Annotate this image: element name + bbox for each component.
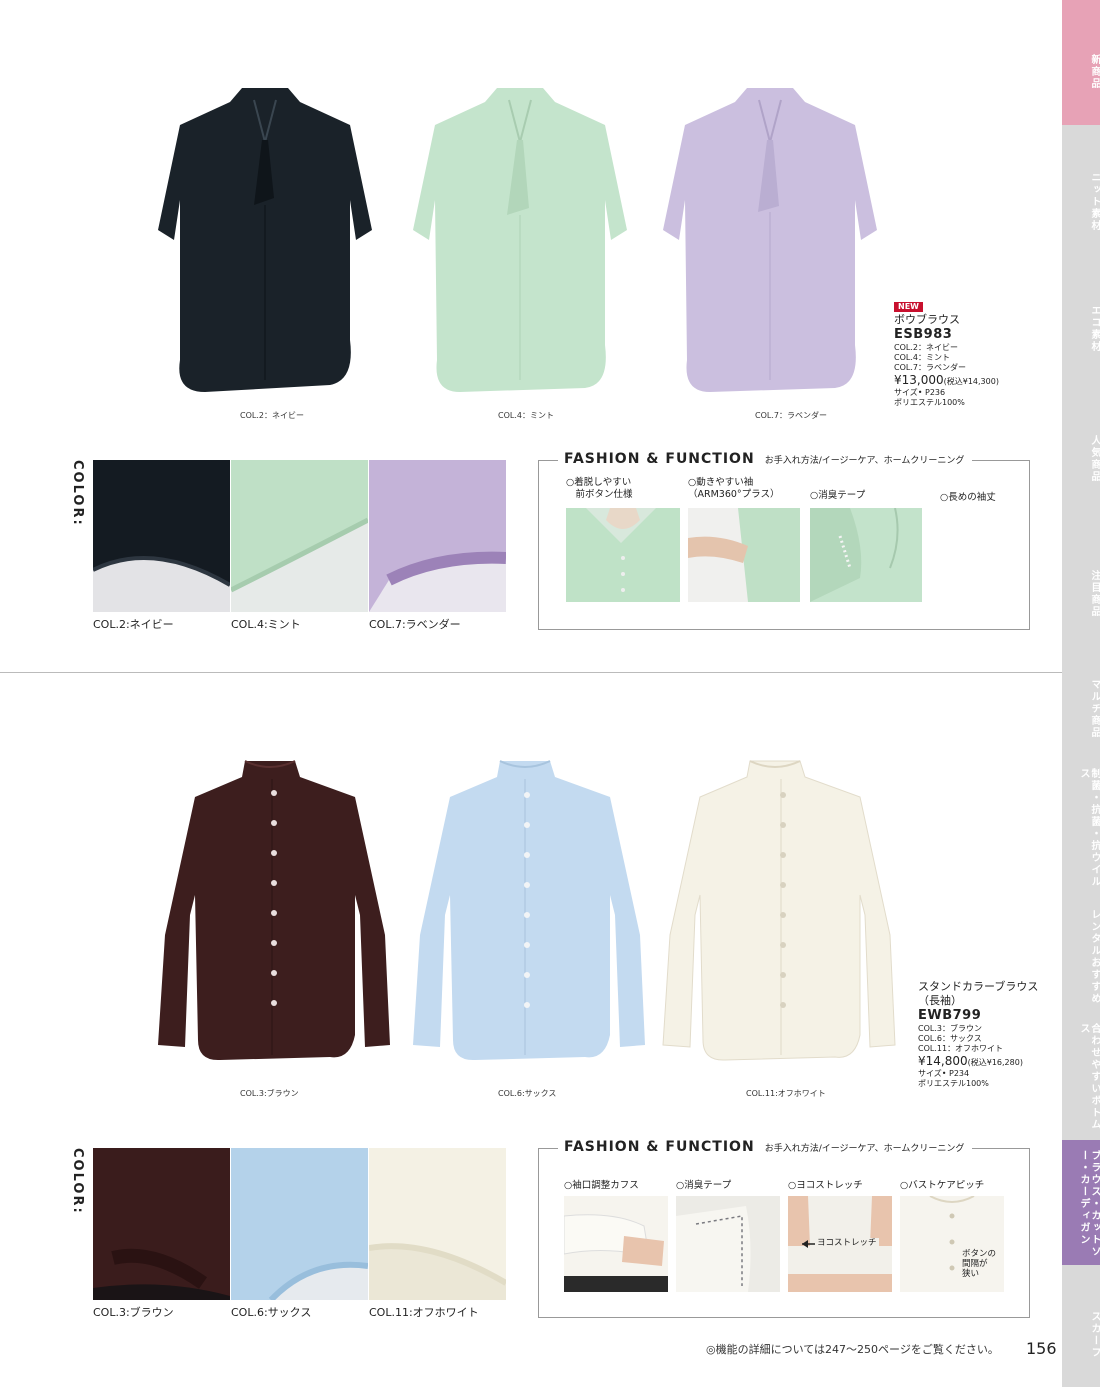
feature-arm360: ○動きやすい袖 （ARM360°プラス）: [688, 477, 780, 501]
swatch-sax: [231, 1148, 368, 1300]
sidebar-tab-featured[interactable]: 注目商品: [1062, 520, 1100, 650]
swatch-caption-offwhite: COL.11:オフホワイト: [369, 1306, 479, 1319]
section-divider: [0, 672, 1062, 673]
swatch-mint: [231, 460, 368, 612]
sidebar-tab-scarf[interactable]: スカーフ: [1062, 1265, 1100, 1387]
price: ¥14,800: [918, 1053, 968, 1068]
new-badge: NEW: [894, 302, 923, 312]
photo-caption-mint: COL.4：ミント: [498, 411, 554, 420]
swatch-lavender: [369, 460, 506, 612]
garment-photo-navy: [158, 88, 372, 392]
sidebar-tab-eco[interactable]: エコ素材: [1062, 260, 1100, 380]
color-list-item: COL.7：ラベンダー: [894, 363, 966, 373]
garment-photo-mint: [413, 88, 627, 392]
product-code: EWB799: [918, 1007, 982, 1023]
care-method: お手入れ方法/イージーケア、ホームクリーニング: [764, 1144, 965, 1154]
product-name: ボウブラウス: [894, 313, 960, 327]
feature-photo-deodorant-tape: [810, 508, 922, 602]
color-list-item: COL.4：ミント: [894, 353, 950, 363]
photo-caption-sax: COL.6:サックス: [498, 1089, 557, 1098]
product-info-esb983: NEW ボウブラウス ESB983 COL.2：ネイビー COL.4：ミント C…: [894, 302, 999, 408]
product-code: ESB983: [894, 327, 953, 342]
stretch-label: ヨコストレッチ: [815, 1238, 879, 1250]
fashion-function-title: FASHION & FUNCTION お手入れ方法/イージーケア、ホームクリーニン…: [558, 1139, 973, 1155]
feature-photo-arm360: [688, 508, 800, 602]
material: ポリエステル100%: [894, 398, 965, 408]
feature-cuff: ○袖口調整カフス: [564, 1180, 639, 1191]
material: ポリエステル100%: [918, 1078, 989, 1088]
product-info-ewb799: スタンドカラーブラウス （長袖） EWB799 COL.3：ブラウン COL.6…: [918, 980, 1038, 1089]
color-heading: COLOR:: [70, 1148, 85, 1215]
photo-caption-brown: COL.3:ブラウン: [240, 1089, 299, 1098]
page-number: 156: [1026, 1339, 1057, 1358]
color-list-item: COL.2：ネイビー: [894, 343, 958, 353]
feature-front-buttons: ○着脱しやすい 前ボタン仕様: [566, 477, 633, 501]
sidebar-tab-popular[interactable]: 人気商品: [1062, 380, 1100, 520]
sidebar-tab-blouse[interactable]: ブラウス・カットソー・カーディガン: [1062, 1140, 1100, 1265]
swatch-navy: [93, 460, 230, 612]
product-name: スタンドカラーブラウス: [918, 980, 1039, 993]
swatch-caption-lavender: COL.7:ラベンダー: [369, 618, 461, 631]
garment-photo-brown: [158, 760, 390, 1061]
swatch-brown: [93, 1148, 230, 1300]
photo-caption-navy: COL.2：ネイビー: [240, 411, 304, 420]
button-spacing-note: ボタンの 間隔が 狭い: [962, 1249, 997, 1279]
size-ref: サイズ• P236: [894, 388, 946, 398]
price-tax: (税込¥14,300): [943, 377, 999, 387]
sidebar-tab-rental[interactable]: レンタルおすすめ: [1062, 890, 1100, 1005]
sidebar-tab-bottoms[interactable]: 合わせやすいボトムス: [1062, 1005, 1100, 1140]
swatch-offwhite: [369, 1148, 506, 1300]
color-list-item: COL.6：サックス: [918, 1033, 982, 1043]
fashion-function-title: FASHION & FUNCTION お手入れ方法/イージーケア、ホームクリーニン…: [558, 451, 973, 467]
color-list-item: COL.3：ブラウン: [918, 1023, 982, 1033]
swatch-caption-navy: COL.2:ネイビー: [93, 618, 174, 631]
sidebar-tab-new[interactable]: 新商品: [1062, 0, 1100, 125]
swatch-caption-sax: COL.6:サックス: [231, 1306, 312, 1319]
sidebar-tab-antibacterial[interactable]: 制菌・抗菌・抗ウイルス: [1062, 750, 1100, 890]
feature-footnote: ◎機能の詳細については247〜250ページをご覧ください。: [706, 1343, 999, 1356]
feature-deodorant-tape: ○消臭テープ: [810, 490, 866, 501]
feature-long-sleeve: ○長めの袖丈: [940, 492, 996, 503]
feature-deodorant-tape: ○消臭テープ: [676, 1180, 732, 1191]
color-list-item: COL.11：オフホワイト: [918, 1043, 1004, 1053]
feature-bust-care: ○バストケアピッチ: [900, 1180, 985, 1191]
feature-photo-cuff: [564, 1196, 668, 1292]
garment-photo-lavender: [663, 88, 877, 392]
swatch-caption-brown: COL.3:ブラウン: [93, 1306, 174, 1319]
feature-horizontal-stretch: ○ヨコストレッチ: [788, 1180, 863, 1191]
swatch-caption-mint: COL.4:ミント: [231, 618, 301, 631]
feature-photo-deodorant-tape-2: [676, 1196, 780, 1292]
color-heading: COLOR:: [70, 460, 85, 527]
product-name-sub: （長袖）: [918, 993, 962, 1007]
sidebar-tab-knit[interactable]: ニット素材: [1062, 125, 1100, 260]
care-method: お手入れ方法/イージーケア、ホームクリーニング: [764, 456, 965, 466]
garment-photo-sax: [413, 760, 645, 1061]
photo-caption-lavender: COL.7：ラベンダー: [755, 411, 827, 420]
feature-photo-front-buttons: [566, 508, 680, 602]
price: ¥13,000: [894, 373, 944, 388]
size-ref: サイズ• P234: [918, 1068, 970, 1078]
price-tax: (税込¥16,280): [967, 1057, 1023, 1067]
sidebar-tab-multi[interactable]: マルチ商品: [1062, 650, 1100, 750]
garment-photo-offwhite: [662, 760, 896, 1061]
photo-caption-offwhite: COL.11:オフホワイト: [746, 1089, 826, 1098]
index-sidebar: 新商品 ニット素材 エコ素材 人気商品 注目商品 マルチ商品 制菌・抗菌・抗ウイ…: [1062, 0, 1100, 1387]
